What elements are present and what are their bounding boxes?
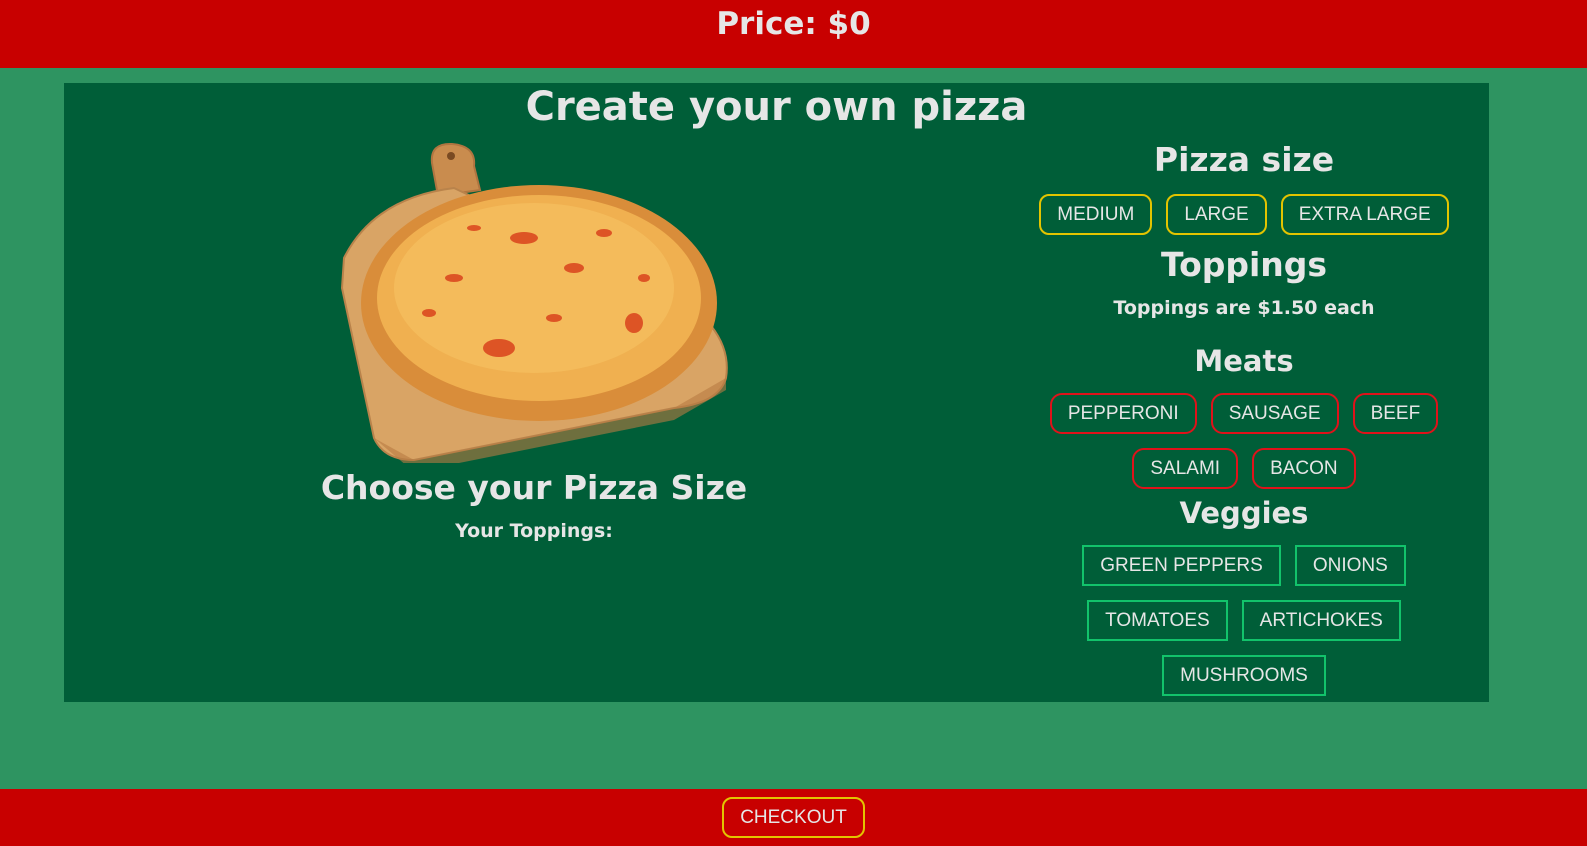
pizza-size-heading: Pizza size bbox=[1153, 140, 1335, 179]
veggies-row-1: GREEN PEPPERS ONIONS bbox=[1029, 545, 1459, 586]
meats-row-2: SALAMI BACON bbox=[1029, 448, 1459, 489]
topping-green-peppers-button[interactable]: GREEN PEPPERS bbox=[1082, 545, 1281, 586]
meats-heading: Meats bbox=[1194, 344, 1294, 378]
options-column: Pizza size MEDIUM LARGE EXTRA LARGE Topp… bbox=[1029, 140, 1459, 696]
page-title: Create your own pizza bbox=[525, 84, 1028, 130]
choose-size-label: Choose your Pizza Size bbox=[320, 468, 748, 507]
pizza-builder-panel: Create your own pizza Choose your Pizza … bbox=[64, 83, 1489, 702]
topping-sausage-button[interactable]: SAUSAGE bbox=[1210, 393, 1339, 434]
topping-beef-button[interactable]: BEEF bbox=[1352, 393, 1439, 434]
size-medium-button[interactable]: MEDIUM bbox=[1039, 194, 1153, 235]
size-extra-large-button[interactable]: EXTRA LARGE bbox=[1280, 194, 1449, 235]
your-toppings-label: Your Toppings: bbox=[455, 520, 613, 542]
top-bar: Price: $0 bbox=[0, 0, 1587, 68]
price-display: Price: $0 bbox=[716, 6, 871, 42]
size-options: MEDIUM LARGE EXTRA LARGE bbox=[1029, 194, 1459, 235]
topping-artichokes-button[interactable]: ARTICHOKES bbox=[1241, 600, 1401, 641]
veggies-row-3: MUSHROOMS bbox=[1029, 655, 1459, 696]
veggies-row-2: TOMATOES ARTICHOKES bbox=[1029, 600, 1459, 641]
toppings-heading: Toppings bbox=[1160, 245, 1328, 284]
topping-pepperoni-button[interactable]: PEPPERONI bbox=[1049, 393, 1197, 434]
topping-onions-button[interactable]: ONIONS bbox=[1294, 545, 1406, 586]
topping-tomatoes-button[interactable]: TOMATOES bbox=[1087, 600, 1228, 641]
checkout-button[interactable]: CHECKOUT bbox=[722, 797, 865, 838]
topping-mushrooms-button[interactable]: MUSHROOMS bbox=[1162, 655, 1326, 696]
toppings-price-note: Toppings are $1.50 each bbox=[1113, 297, 1375, 319]
topping-bacon-button[interactable]: BACON bbox=[1252, 448, 1356, 489]
meats-row-1: PEPPERONI SAUSAGE BEEF bbox=[1029, 393, 1459, 434]
pizza-image bbox=[334, 138, 734, 472]
bottom-bar: CHECKOUT bbox=[0, 789, 1587, 846]
size-large-button[interactable]: LARGE bbox=[1166, 194, 1267, 235]
topping-salami-button[interactable]: SALAMI bbox=[1132, 448, 1239, 489]
veggies-heading: Veggies bbox=[1179, 496, 1309, 530]
